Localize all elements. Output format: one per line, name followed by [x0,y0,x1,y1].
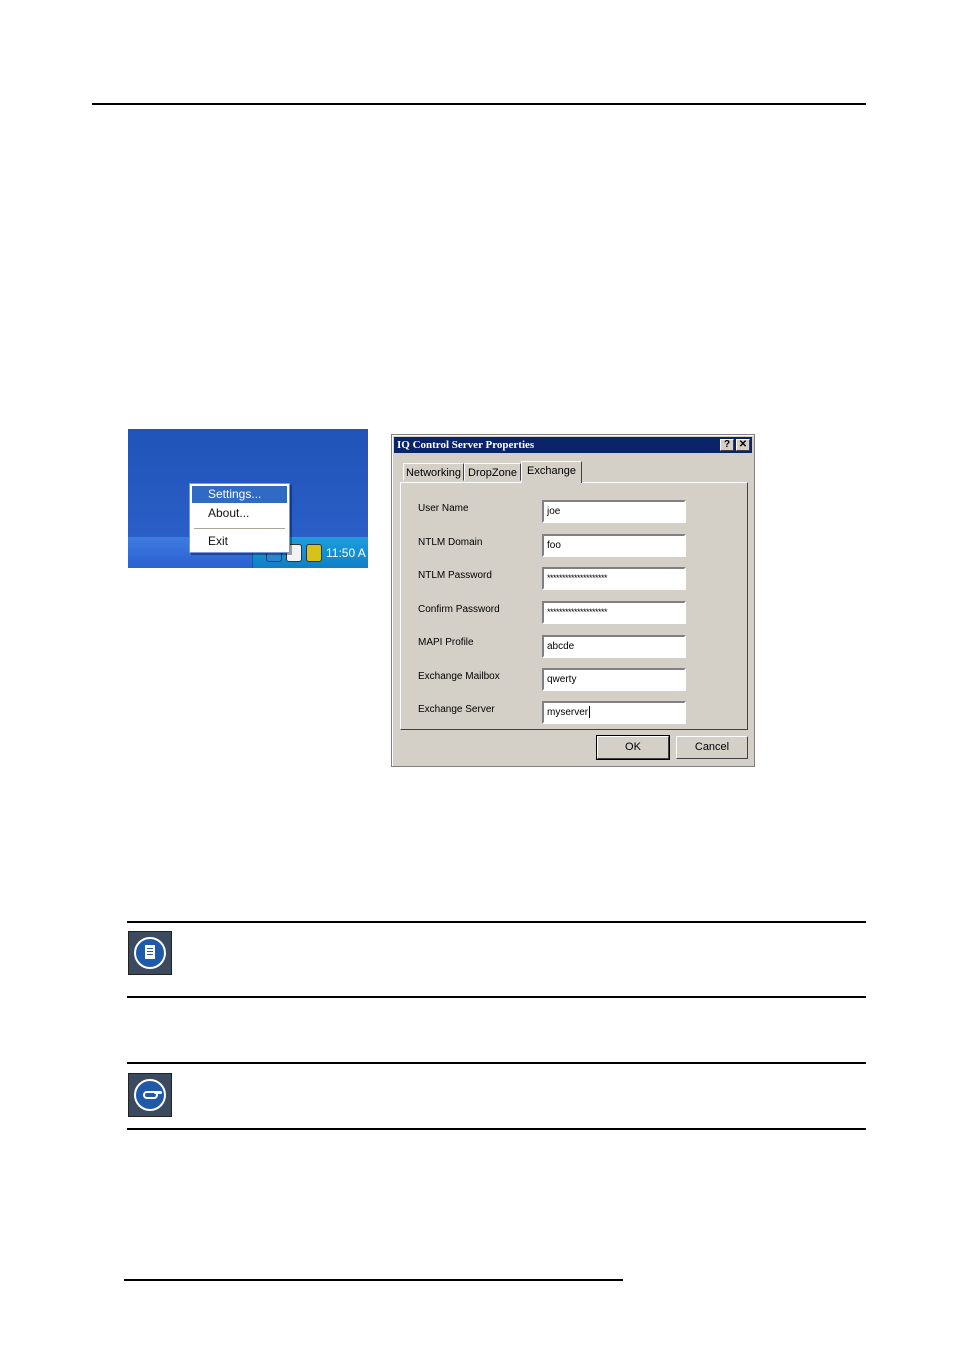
tip-top-rule [127,1062,866,1064]
ntlm-password-label: NTLM Password [418,570,492,581]
dialog-title: IQ Control Server Properties [397,439,535,451]
mapi-profile-label: MAPI Profile [418,637,474,648]
user-name-label: User Name [418,503,469,514]
note-icon-circle [134,937,166,969]
confirm-password-label: Confirm Password [418,604,500,615]
tab-networking[interactable]: Networking [403,463,464,481]
exchange-server-label: Exchange Server [418,704,495,715]
exchange-mailbox-input[interactable]: qwerty [542,668,686,691]
tab-exchange[interactable]: Exchange [521,461,582,483]
header-rule [92,103,866,105]
properties-dialog: IQ Control Server Properties ? ✕ Network… [391,434,755,767]
tray-context-menu: Settings... About... Exit [189,483,290,553]
tip-icon [128,1073,172,1117]
tray-menu-screenshot: 11:50 A Settings... About... Exit [128,429,368,568]
dialog-title-bar[interactable]: IQ Control Server Properties ? ✕ [394,437,752,453]
ntlm-domain-input[interactable]: foo [542,534,686,557]
close-button[interactable]: ✕ [736,439,750,451]
ntlm-domain-label: NTLM Domain [418,537,483,548]
menu-item-settings[interactable]: Settings... [192,486,287,503]
tab-dropzone[interactable]: DropZone [464,463,521,481]
exchange-tab-panel: User Name joe NTLM Domain foo NTLM Passw… [400,482,748,730]
exchange-server-value: myserver [547,707,589,718]
footer-rule [124,1279,623,1281]
ntlm-password-input[interactable]: ******************** [542,567,686,590]
help-button[interactable]: ? [720,439,734,451]
menu-item-about[interactable]: About... [192,505,287,522]
exchange-server-input[interactable]: myserver [542,701,686,724]
menu-separator [194,528,285,529]
text-caret [589,706,591,719]
pointing-finger-glyph [154,1091,162,1094]
confirm-password-input[interactable]: ******************** [542,601,686,624]
menu-item-exit[interactable]: Exit [192,533,287,550]
note-top-rule [127,921,866,923]
document-glyph [145,945,155,959]
tip-icon-circle [134,1079,166,1111]
exchange-mailbox-label: Exchange Mailbox [418,671,500,682]
ok-button[interactable]: OK [596,735,670,760]
mapi-profile-input[interactable]: abcde [542,635,686,658]
cancel-button[interactable]: Cancel [676,736,748,759]
tip-bottom-rule [127,1128,866,1130]
tray-clock: 11:50 A [326,546,366,560]
note-bottom-rule [127,996,866,998]
note-icon [128,931,172,975]
user-name-input[interactable]: joe [542,500,686,523]
tray-network-icon[interactable] [306,544,322,562]
